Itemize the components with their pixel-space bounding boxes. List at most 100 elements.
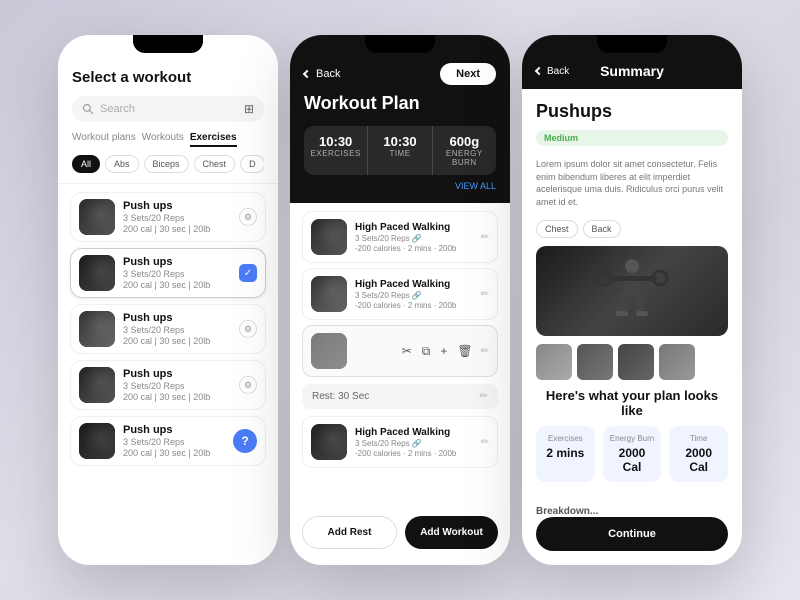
chevron-left-icon: [303, 70, 311, 78]
stat-label-exercises: Exercises: [310, 149, 361, 158]
exercise-name: Push ups: [123, 368, 231, 380]
stat-label-time: Time: [374, 149, 425, 158]
muscle-tag-back[interactable]: Back: [583, 220, 621, 238]
breakdown-label[interactable]: Breakdown...: [536, 506, 728, 517]
gear-icon[interactable]: ⚙: [239, 320, 257, 338]
add-rest-button[interactable]: Add Rest: [302, 516, 397, 549]
exercise-detail: 200 cal | 30 sec | 20lb: [123, 280, 231, 290]
filter-chest[interactable]: Chest: [194, 155, 236, 173]
search-icon: [82, 103, 94, 115]
exercise-thumbnail: [79, 311, 115, 347]
gear-icon[interactable]: ⚙: [239, 208, 257, 226]
stat-label-energy: Energy Burn: [439, 149, 490, 167]
edit-icon[interactable]: ✏: [481, 346, 489, 357]
thumb-3[interactable]: [618, 344, 654, 380]
thumb-4[interactable]: [659, 344, 695, 380]
muscle-tags: Chest Back: [536, 220, 728, 238]
search-bar[interactable]: Search ⊞: [72, 96, 264, 122]
tab-exercises[interactable]: Exercises: [190, 132, 237, 147]
tabs-row: Workout plans Workouts Exercises: [72, 132, 264, 147]
exercise-thumbnail: [79, 423, 115, 459]
workout-name: High Paced Walking: [355, 222, 473, 233]
rest-edit-icon[interactable]: ✏: [480, 391, 488, 402]
muscle-tag-chest[interactable]: Chest: [536, 220, 578, 238]
workout-name: High Paced Walking: [355, 279, 473, 290]
list-item[interactable]: High Paced Walking 3 Sets/20 Reps 🔗 -200…: [302, 268, 498, 320]
exercise-name: Push ups: [123, 256, 231, 268]
workout-image: [536, 246, 728, 336]
phone2-title: Workout Plan: [304, 93, 496, 114]
filter-d[interactable]: D: [240, 155, 264, 173]
tab-workouts[interactable]: Workouts: [142, 132, 184, 147]
edit-icon[interactable]: ✏: [481, 289, 489, 300]
phone1-title: Select a workout: [72, 69, 264, 86]
edit-icon[interactable]: ✏: [481, 437, 489, 448]
exercise-detail: 200 cal | 30 sec | 20lb: [123, 224, 231, 234]
list-item[interactable]: Push ups 3 Sets/20 Reps 200 cal | 30 sec…: [70, 304, 266, 354]
stat-exercises: 10:30 Exercises: [304, 126, 368, 175]
cut-icon[interactable]: ✂: [402, 344, 412, 358]
list-item[interactable]: Push ups 3 Sets/20 Reps 200 cal | 30 sec…: [70, 192, 266, 242]
exercise-title: Pushups: [536, 101, 728, 122]
plan-stat-energy-label: Energy Burn: [609, 434, 656, 443]
filter-abs[interactable]: Abs: [105, 155, 139, 173]
delete-icon[interactable]: 🗑: [457, 344, 472, 358]
back-button[interactable]: Back: [536, 66, 569, 77]
workout-detail: -200 calories · 2 mins · 200b: [355, 301, 473, 310]
phone-summary: Back Summary Pushups Medium Lorem ipsum …: [522, 35, 742, 565]
gear-icon[interactable]: ⚙: [239, 376, 257, 394]
workout-meta: 3 Sets/20 Reps 🔗: [355, 291, 473, 300]
workout-info: High Paced Walking 3 Sets/20 Reps 🔗 -200…: [355, 222, 473, 253]
filter-biceps[interactable]: Biceps: [144, 155, 189, 173]
exercise-info: Push ups 3 Sets/20 Reps 200 cal | 30 sec…: [123, 368, 231, 402]
workout-info: High Paced Walking 3 Sets/20 Reps 🔗 -200…: [355, 427, 473, 458]
plan-stat-exercises-value: 2 mins: [542, 446, 589, 460]
filter-all[interactable]: All: [72, 155, 100, 173]
workout-thumbnail: [311, 333, 347, 369]
list-item-editing[interactable]: ✂ ⧉ + 🗑 ✏: [302, 325, 498, 377]
person-lifting-icon: [592, 256, 672, 326]
phone-notch: [133, 35, 203, 53]
copy-icon[interactable]: ⧉: [422, 344, 431, 359]
list-item[interactable]: Push ups 3 Sets/20 Reps 200 cal | 30 sec…: [70, 360, 266, 410]
exercise-meta: 3 Sets/20 Reps: [123, 269, 231, 279]
add-icon[interactable]: +: [440, 344, 447, 358]
workout-info: High Paced Walking 3 Sets/20 Reps 🔗 -200…: [355, 279, 473, 310]
list-item[interactable]: Push ups 3 Sets/20 Reps 200 cal | 30 sec…: [70, 248, 266, 298]
filter-icon[interactable]: ⊞: [244, 102, 254, 116]
edit-icon[interactable]: ✏: [481, 232, 489, 243]
phone2-footer: Add Rest Add Workout: [290, 508, 510, 565]
list-item[interactable]: High Paced Walking 3 Sets/20 Reps 🔗 -200…: [302, 416, 498, 468]
list-item[interactable]: High Paced Walking 3 Sets/20 Reps 🔗 -200…: [302, 211, 498, 263]
continue-button[interactable]: Continue: [536, 517, 728, 551]
workout-tools: ✂ ⧉ + 🗑: [402, 344, 473, 359]
tab-workout-plans[interactable]: Workout plans: [72, 132, 136, 147]
next-button[interactable]: Next: [440, 63, 496, 85]
exercise-detail: 200 cal | 30 sec | 20lb: [123, 392, 231, 402]
thumb-2[interactable]: [577, 344, 613, 380]
exercise-name: Push ups: [123, 424, 225, 436]
workout-thumbnail: [311, 276, 347, 312]
phone3-title: Summary: [600, 63, 664, 79]
phone-notch: [597, 35, 667, 53]
plan-stat-time-label: Time: [675, 434, 722, 443]
phone-notch: [365, 35, 435, 53]
plan-stat-energy-value: 2000 Cal: [609, 446, 656, 474]
plan-preview-title: Here's what your plan looks like: [536, 388, 728, 418]
exercise-name: Push ups: [123, 200, 231, 212]
plan-stat-exercises-label: Exercises: [542, 434, 589, 443]
exercise-detail: 200 cal | 30 sec | 20lb: [123, 336, 231, 346]
view-all-link[interactable]: VIEW ALL: [304, 181, 496, 191]
list-item[interactable]: Push ups 3 Sets/20 Reps 200 cal | 30 sec…: [70, 416, 266, 466]
exercise-thumbnail: [79, 199, 115, 235]
rest-label: Rest: 30 Sec: [312, 391, 369, 402]
difficulty-badge: Medium: [536, 130, 728, 146]
check-icon[interactable]: ✓: [239, 264, 257, 282]
add-workout-button[interactable]: Add Workout: [405, 516, 498, 549]
back-button[interactable]: Back: [304, 68, 340, 80]
filter-tags: All Abs Biceps Chest D E F: [72, 155, 264, 173]
exercise-meta: 3 Sets/20 Reps: [123, 213, 231, 223]
thumb-1[interactable]: [536, 344, 572, 380]
question-icon[interactable]: ?: [233, 429, 257, 453]
phone-select-workout: Select a workout Search ⊞ Workout plans …: [58, 35, 278, 565]
